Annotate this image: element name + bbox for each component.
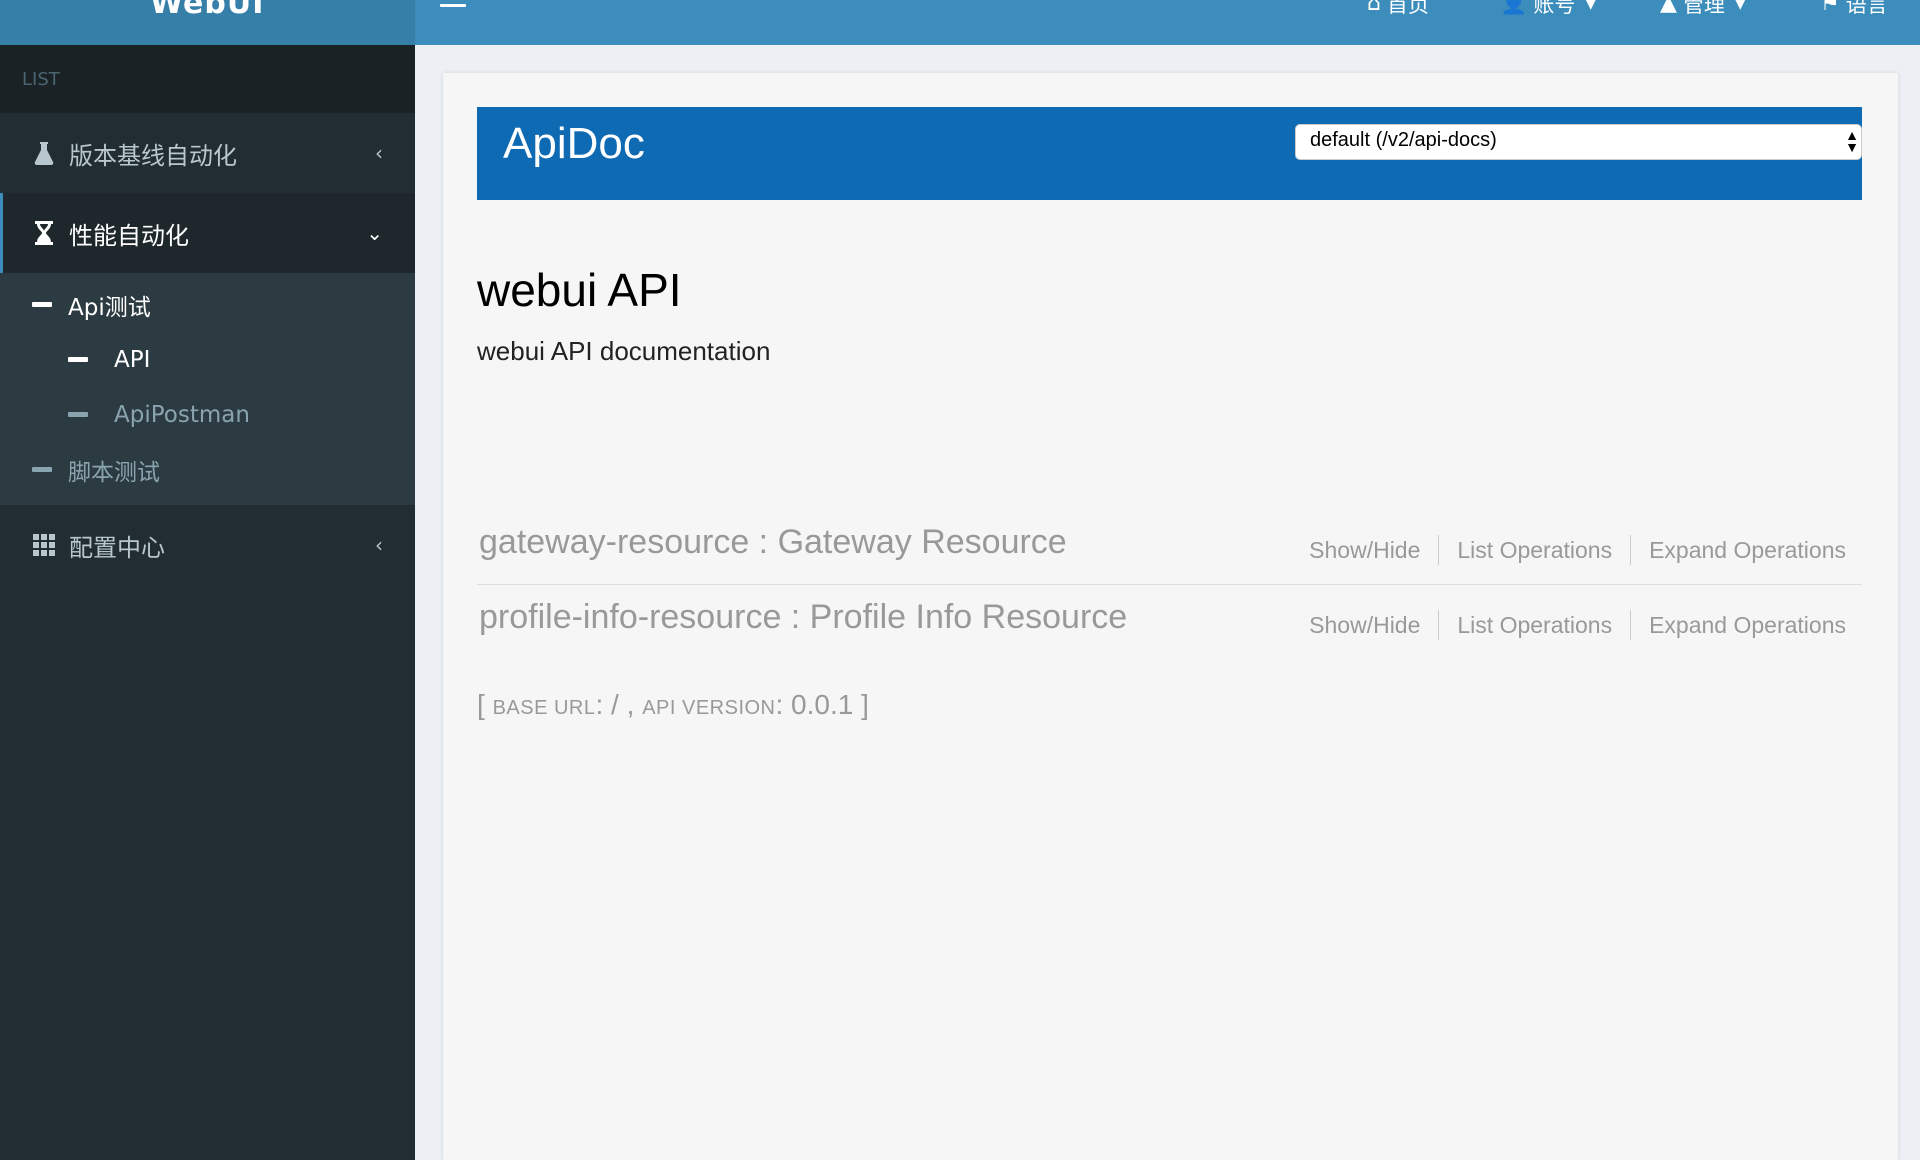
- sidebar-item-baseline-automation[interactable]: 版本基线自动化 ‹: [0, 113, 415, 193]
- resource-ops: Show/Hide List Operations Expand Operati…: [1309, 535, 1846, 565]
- app-logo: WebUI: [150, 0, 265, 21]
- dash-icon: [32, 467, 52, 472]
- base-url-label: BASE URL: [492, 697, 596, 719]
- sidebar-toggle-button[interactable]: [440, 0, 466, 16]
- apidoc-header-bar: ApiDoc default (/v2/api-docs) ▲ ▼: [477, 107, 1862, 200]
- sidebar-subitem-apipostman[interactable]: ApiPostman: [0, 387, 415, 442]
- nav-home-label: 首页: [1386, 0, 1429, 17]
- api-description: webui API documentation: [477, 336, 771, 366]
- nav-admin-label: 管理: [1682, 0, 1725, 17]
- nav-admin[interactable]: ▲ 管理 ▼: [1660, 0, 1746, 17]
- apidoc-panel: ApiDoc default (/v2/api-docs) ▲ ▼ webui A…: [443, 73, 1898, 1160]
- base-url-info: [ BASE URL: / , API VERSION: 0.0.1 ]: [477, 689, 869, 721]
- flag-icon: ⚑: [1820, 0, 1840, 16]
- resource-ops: Show/Hide List Operations Expand Operati…: [1309, 610, 1846, 640]
- resource-row: gateway-resource : Gateway Resource Show…: [477, 511, 1862, 585]
- sidebar-item-label: 配置中心: [69, 533, 165, 562]
- api-spec-select-value: default (/v2/api-docs): [1310, 129, 1497, 151]
- list-operations-link[interactable]: List Operations: [1457, 612, 1612, 639]
- divider: [1630, 610, 1632, 640]
- apidoc-logo[interactable]: ApiDoc: [503, 119, 645, 169]
- divider: [1438, 610, 1440, 640]
- dash-icon: [68, 357, 88, 362]
- subitem-label: API: [114, 346, 151, 373]
- menu-bar-icon: [440, 4, 466, 7]
- select-arrows-icon: ▲ ▼: [1845, 127, 1859, 155]
- divider: [1630, 535, 1632, 565]
- nav-account[interactable]: 👤 账号 ▼: [1500, 0, 1597, 17]
- submenu: Api测试 API ApiPostman 脚本测试: [0, 273, 415, 505]
- nav-home[interactable]: ⌂ 首页: [1367, 0, 1429, 17]
- api-version-label: API VERSION: [642, 697, 776, 719]
- sidebar-subitem-script-test[interactable]: 脚本测试: [0, 442, 415, 497]
- content-area: ApiDoc default (/v2/api-docs) ▲ ▼ webui A…: [415, 45, 1920, 1160]
- top-header: WebUI ⌂ 首页 👤 账号 ▼ ▲ 管理 ▼ ⚑ 语言: [0, 0, 1920, 45]
- chevron-down-icon: ⌄: [366, 221, 383, 245]
- base-info-open: [: [477, 689, 493, 720]
- nav-account-label: 账号: [1533, 0, 1576, 17]
- subitem-label: 脚本测试: [68, 459, 160, 486]
- sidebar: LIST 版本基线自动化 ‹ 性能自动化 ⌄ Api测试 API ApiPost…: [0, 45, 415, 1160]
- chevron-left-icon: ‹: [375, 141, 383, 165]
- api-spec-select[interactable]: default (/v2/api-docs) ▲ ▼: [1295, 124, 1862, 160]
- sidebar-subitem-api-test[interactable]: Api测试: [0, 277, 415, 332]
- list-operations-link[interactable]: List Operations: [1457, 537, 1612, 564]
- admin-icon: ▲: [1660, 0, 1677, 16]
- user-icon: 👤: [1500, 0, 1528, 16]
- hourglass-icon: [29, 220, 59, 246]
- flask-icon: [29, 141, 59, 165]
- grid-icon: [29, 534, 59, 556]
- chevron-left-icon: ‹: [375, 533, 383, 557]
- subitem-label: ApiPostman: [114, 401, 250, 428]
- logo-area[interactable]: WebUI: [0, 0, 415, 45]
- base-url-value: : / ,: [595, 689, 643, 720]
- show-hide-link[interactable]: Show/Hide: [1309, 612, 1420, 639]
- resource-row: profile-info-resource : Profile Info Res…: [477, 586, 1862, 660]
- divider: [1438, 535, 1440, 565]
- dash-icon: [68, 412, 88, 417]
- caret-down-icon: ▼: [1734, 0, 1746, 12]
- home-icon: ⌂: [1367, 0, 1381, 16]
- sidebar-item-performance-automation[interactable]: 性能自动化 ⌄: [0, 193, 415, 273]
- sidebar-item-label: 版本基线自动化: [69, 141, 237, 170]
- expand-operations-link[interactable]: Expand Operations: [1649, 612, 1846, 639]
- nav-language-label: 语言: [1845, 0, 1888, 17]
- sidebar-section-header: LIST: [0, 45, 415, 113]
- sidebar-item-config-center[interactable]: 配置中心 ‹: [0, 505, 415, 585]
- sidebar-subitem-api[interactable]: API: [0, 332, 415, 387]
- caret-down-icon: ▼: [1585, 0, 1597, 12]
- nav-language[interactable]: ⚑ 语言: [1820, 0, 1888, 17]
- sidebar-item-label: 性能自动化: [69, 221, 189, 250]
- resource-name-link[interactable]: profile-info-resource : Profile Info Res…: [479, 598, 1127, 637]
- expand-operations-link[interactable]: Expand Operations: [1649, 537, 1846, 564]
- show-hide-link[interactable]: Show/Hide: [1309, 537, 1420, 564]
- api-title: webui API: [477, 264, 682, 316]
- dash-icon: [32, 302, 52, 307]
- api-version-value: : 0.0.1 ]: [775, 689, 869, 720]
- subitem-label: Api测试: [68, 294, 151, 321]
- resource-name-link[interactable]: gateway-resource : Gateway Resource: [479, 523, 1067, 562]
